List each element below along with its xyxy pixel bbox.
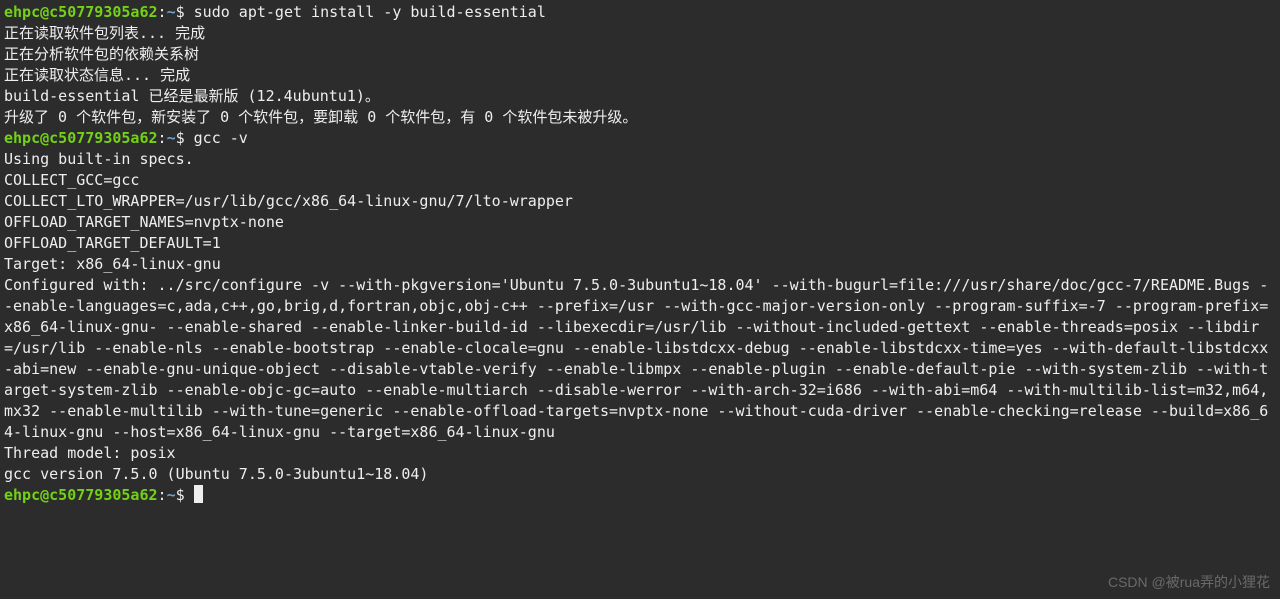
prompt-path: ~ bbox=[167, 129, 176, 147]
prompt-sep: : bbox=[158, 486, 167, 504]
terminal-output[interactable]: ehpc@c50779305a62:~$ sudo apt-get instal… bbox=[4, 2, 1276, 506]
cursor-icon bbox=[194, 485, 203, 503]
command-1: sudo apt-get install -y build-essential bbox=[185, 3, 546, 21]
gcc-configured: Configured with: ../src/configure -v --w… bbox=[4, 276, 1268, 441]
prompt-path: ~ bbox=[167, 486, 176, 504]
prompt-user-host: ehpc@c50779305a62 bbox=[4, 129, 158, 147]
gcc-line-2: COLLECT_GCC=gcc bbox=[4, 171, 139, 189]
command-2: gcc -v bbox=[185, 129, 248, 147]
apt-line-2: 正在分析软件包的依赖关系树 bbox=[4, 45, 199, 63]
prompt-dollar: $ bbox=[176, 3, 185, 21]
apt-line-1: 正在读取软件包列表... 完成 bbox=[4, 24, 205, 42]
prompt-user-host: ehpc@c50779305a62 bbox=[4, 3, 158, 21]
gcc-line-4: OFFLOAD_TARGET_NAMES=nvptx-none bbox=[4, 213, 284, 231]
prompt-dollar: $ bbox=[176, 129, 185, 147]
prompt-user-host: ehpc@c50779305a62 bbox=[4, 486, 158, 504]
watermark-text: CSDN @被rua弄的小狸花 bbox=[1108, 572, 1270, 593]
prompt-dollar: $ bbox=[176, 486, 185, 504]
gcc-line-9: gcc version 7.5.0 (Ubuntu 7.5.0-3ubuntu1… bbox=[4, 465, 428, 483]
gcc-line-8: Thread model: posix bbox=[4, 444, 176, 462]
prompt-sep: : bbox=[158, 3, 167, 21]
gcc-line-1: Using built-in specs. bbox=[4, 150, 194, 168]
gcc-line-5: OFFLOAD_TARGET_DEFAULT=1 bbox=[4, 234, 221, 252]
apt-line-3: 正在读取状态信息... 完成 bbox=[4, 66, 190, 84]
gcc-line-6: Target: x86_64-linux-gnu bbox=[4, 255, 221, 273]
prompt-path: ~ bbox=[167, 3, 176, 21]
apt-line-5: 升级了 0 个软件包，新安装了 0 个软件包，要卸载 0 个软件包，有 0 个软… bbox=[4, 108, 637, 126]
prompt-sep: : bbox=[158, 129, 167, 147]
apt-line-4: build-essential 已经是最新版 (12.4ubuntu1)。 bbox=[4, 87, 380, 105]
command-3 bbox=[185, 486, 194, 504]
gcc-line-3: COLLECT_LTO_WRAPPER=/usr/lib/gcc/x86_64-… bbox=[4, 192, 573, 210]
